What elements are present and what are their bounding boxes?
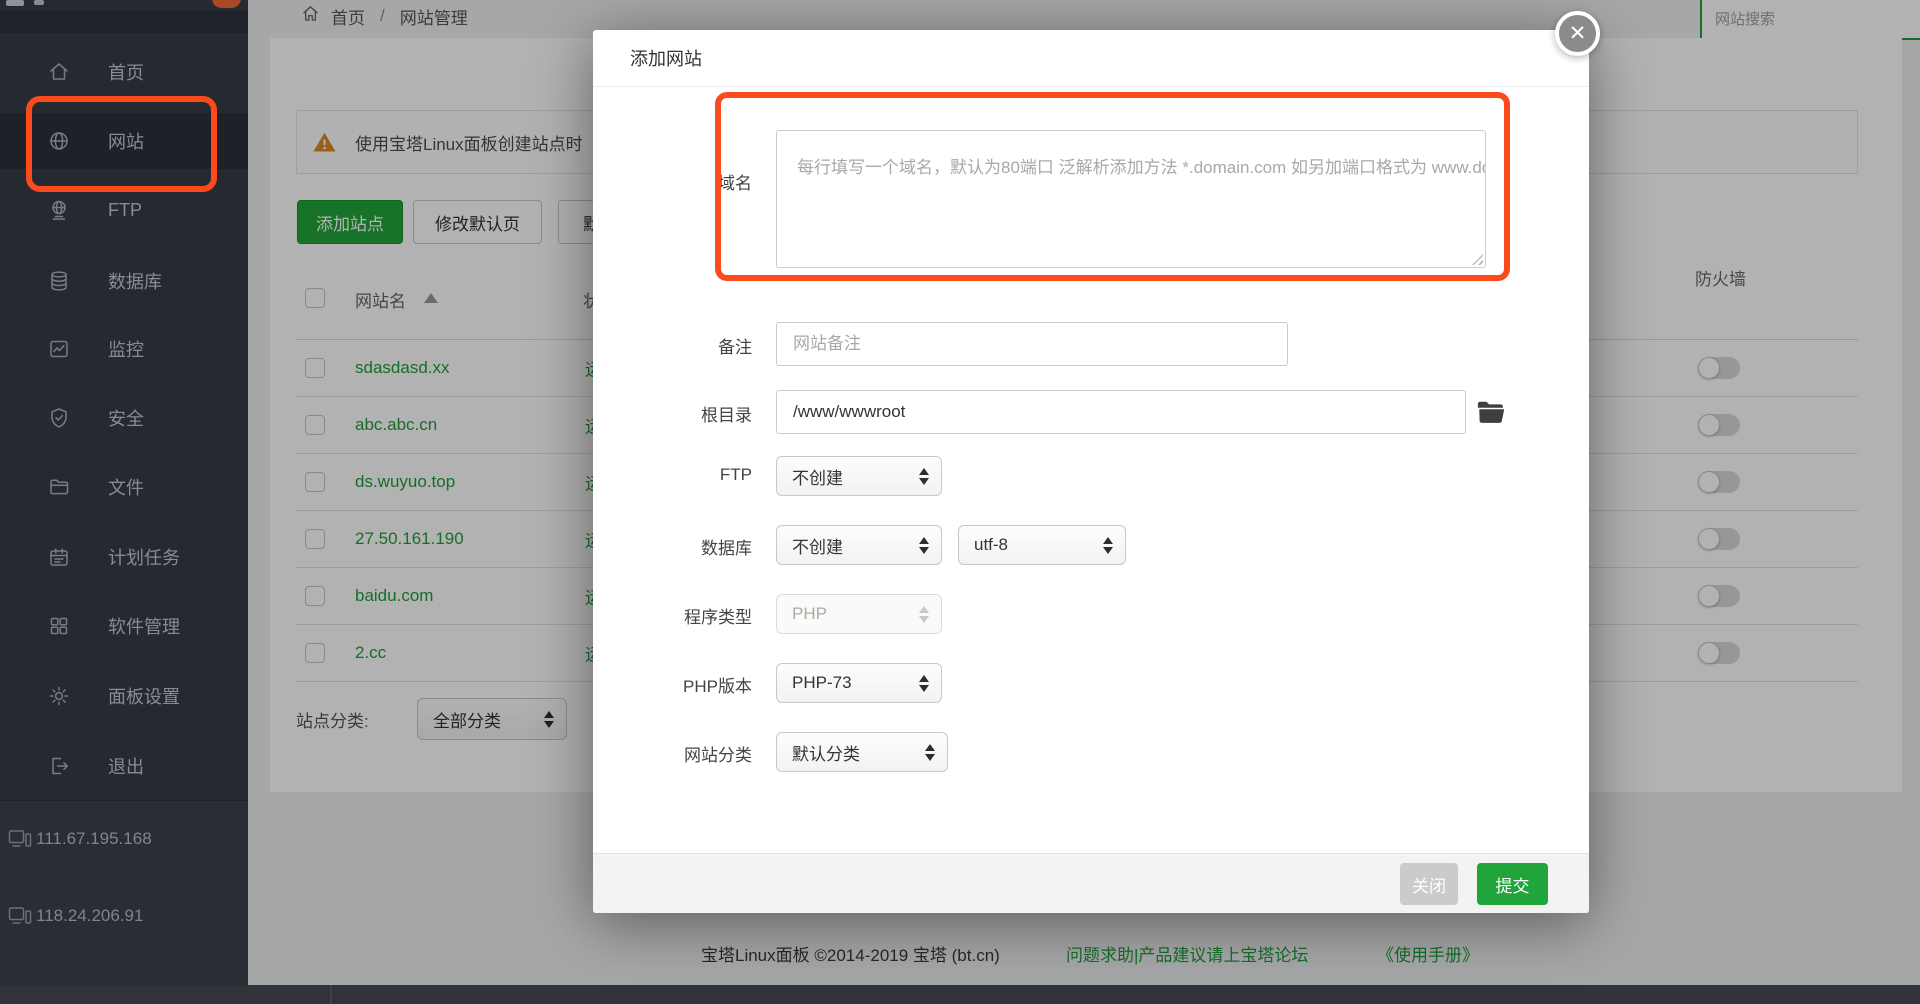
note-input[interactable] [776, 322, 1288, 366]
select-arrows-icon [909, 468, 929, 485]
domain-label: 域名 [633, 169, 752, 194]
ftp-select[interactable]: 不创建 [776, 456, 942, 496]
select-arrows-icon [909, 675, 929, 692]
project-type-label: 程序类型 [633, 603, 752, 628]
close-button-label: 关闭 [1412, 872, 1446, 897]
bottom-bar [0, 985, 1920, 1004]
site-category-label: 网站分类 [633, 741, 752, 766]
php-version-select[interactable]: PHP-73 [776, 663, 942, 703]
database-label: 数据库 [633, 534, 752, 559]
submit-button-label: 提交 [1496, 872, 1530, 897]
close-icon: ✕ [1569, 21, 1587, 46]
ftp-select-value: 不创建 [792, 464, 843, 489]
project-type-select: PHP [776, 594, 942, 634]
select-arrows-icon [1093, 537, 1113, 554]
note-label: 备注 [633, 333, 752, 358]
php-version-label: PHP版本 [633, 672, 752, 697]
charset-select[interactable]: utf-8 [958, 525, 1126, 565]
dialog-header: 添加网站 [593, 30, 1589, 87]
project-type-value: PHP [792, 604, 827, 624]
dialog-close-x-button[interactable]: ✕ [1555, 11, 1600, 56]
database-select-value: 不创建 [792, 533, 843, 558]
bt-panel-screen: 首页 网站 FTP 数据库 监控 安全 文件 计划任务 [0, 0, 1920, 1004]
select-arrows-icon [909, 606, 929, 623]
dialog-footer: 关闭 提交 [593, 853, 1589, 913]
charset-select-value: utf-8 [974, 535, 1008, 555]
domain-textarea[interactable] [776, 130, 1486, 268]
root-dir-input[interactable] [776, 390, 1466, 434]
dialog-submit-button[interactable]: 提交 [1477, 863, 1548, 905]
site-category-select[interactable]: 默认分类 [776, 732, 948, 772]
dialog-title: 添加网站 [630, 45, 702, 71]
database-select[interactable]: 不创建 [776, 525, 942, 565]
select-arrows-icon [915, 744, 935, 761]
site-category-value: 默认分类 [792, 740, 860, 765]
folder-picker-icon[interactable] [1476, 398, 1506, 426]
select-arrows-icon [909, 537, 929, 554]
php-version-value: PHP-73 [792, 673, 852, 693]
root-dir-label: 根目录 [633, 401, 752, 426]
bottom-bar-divider [330, 985, 332, 1004]
dialog-close-button[interactable]: 关闭 [1400, 863, 1458, 905]
add-site-dialog: 添加网站 域名 备注 根目录 FTP 不创建 数据库 不创建 utf-8 程序类… [593, 30, 1589, 913]
ftp-label: FTP [633, 465, 752, 485]
